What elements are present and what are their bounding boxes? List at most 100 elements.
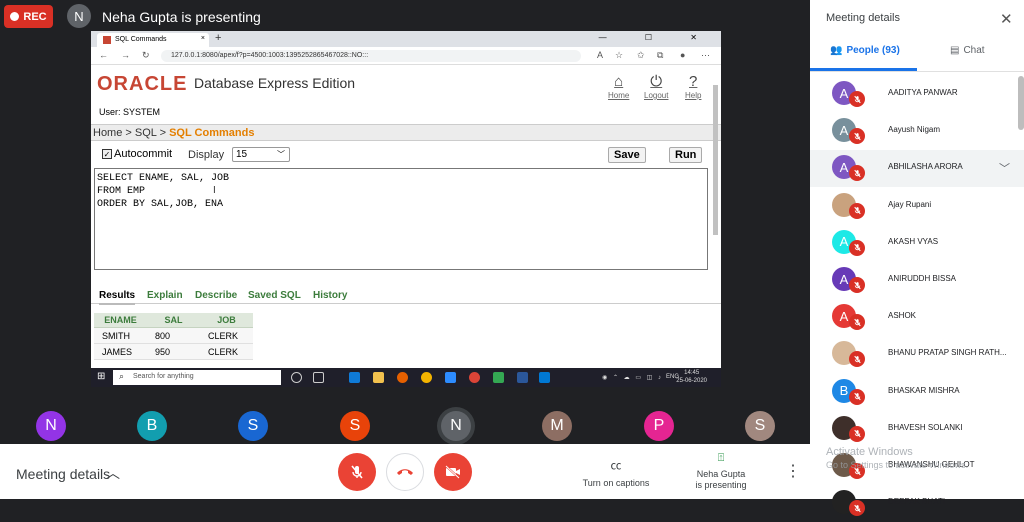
table-cell: SMITH [94, 327, 147, 344]
muted-mic-icon [849, 277, 865, 293]
refresh-icon[interactable]: ↻ [142, 50, 150, 61]
save-button[interactable]: Save [608, 147, 646, 163]
result-tabs: Results Explain Describe Saved SQL Histo… [91, 284, 721, 305]
mic-toggle-button[interactable] [338, 453, 376, 491]
scrollbar-thumb[interactable] [713, 85, 718, 235]
mail-icon[interactable] [539, 372, 550, 383]
more-options-icon[interactable]: ⋮ [785, 461, 801, 481]
window-controls[interactable]: — ☐ ✕ [599, 33, 715, 42]
taskbar-clock[interactable]: 14:45 25-06-2020 [676, 369, 707, 385]
tab-people[interactable]: 👥 People (93) [830, 45, 900, 56]
display-select[interactable]: 15 ﹀ [232, 147, 290, 162]
participant-row[interactable]: A AADITYA PANWAR [810, 76, 1024, 113]
read-aloud-icon[interactable]: A [597, 50, 603, 60]
task-view-icon[interactable] [313, 372, 324, 383]
breadcrumb-sql[interactable]: SQL [135, 127, 157, 139]
tab-results[interactable]: Results [99, 290, 136, 305]
zoom-icon[interactable] [445, 372, 456, 383]
participant-tile[interactable]: N [441, 411, 471, 441]
participant-name: Ajay Rupani [888, 199, 932, 209]
muted-mic-icon [849, 128, 865, 145]
edge-icon[interactable] [349, 372, 360, 383]
autocommit-checkbox[interactable]: ✓ Autocommit [102, 148, 172, 160]
chat-tab-label: Chat [963, 45, 985, 56]
participant-tile[interactable]: B [137, 411, 167, 441]
file-explorer-icon[interactable] [373, 372, 384, 383]
system-tray-icons[interactable]: ◉ ⌃ ☁ ▭ ◫ ♪ [602, 374, 663, 381]
participant-row[interactable]: A ANIRUDDH BISSA [810, 262, 1024, 299]
expand-chevron-icon[interactable]: ﹀ [999, 160, 1010, 176]
results-table: ENAME SAL JOB SMITH 800 CLERK JAMES 950 … [94, 313, 253, 360]
participant-initial: M [550, 417, 564, 434]
camera-off-icon [445, 465, 460, 479]
participant-tile[interactable]: S [745, 411, 775, 441]
collections-icon[interactable]: ⧉ [657, 50, 663, 61]
camera-toggle-button[interactable] [434, 453, 472, 491]
breadcrumb-sep: > [159, 127, 167, 139]
participant-row[interactable]: A Aayush Nigam [810, 113, 1024, 150]
favorite-star-icon[interactable]: ☆ [615, 50, 623, 61]
muted-mic-icon [849, 500, 865, 517]
tab-saved-sql[interactable]: Saved SQL [248, 290, 301, 301]
new-tab-button[interactable]: + [215, 32, 221, 44]
captions-button[interactable]: ㏄ Turn on captions [581, 457, 651, 488]
table-row: SMITH 800 CLERK [94, 327, 253, 344]
meet-icon[interactable] [493, 372, 504, 383]
participant-tile[interactable]: P [644, 411, 674, 441]
tab-history[interactable]: History [313, 290, 347, 301]
participant-row[interactable]: A ABHILASHA ARORA ﹀ [810, 150, 1024, 188]
more-menu-icon[interactable]: ⋯ [701, 50, 710, 61]
participant-tile[interactable]: S [238, 411, 268, 441]
participant-row[interactable]: A ASHOK [810, 299, 1024, 336]
search-icon: ⌕ [119, 371, 125, 381]
meeting-details-button[interactable]: Meeting details [16, 466, 110, 482]
participant-row[interactable]: BHANU PRATAP SINGH RATH... [810, 336, 1024, 373]
run-button[interactable]: Run [669, 147, 703, 163]
close-icon[interactable]: ✕ [1000, 10, 1013, 28]
table-row: JAMES 950 CLERK [94, 343, 253, 360]
browser-tab[interactable]: SQL Commands × [97, 33, 209, 47]
participant-row[interactable]: Ajay Rupani [810, 188, 1024, 225]
firefox-icon[interactable] [397, 372, 408, 383]
profile-icon[interactable]: ● [680, 50, 685, 60]
back-icon[interactable]: ← [99, 50, 108, 60]
tab-close-icon[interactable]: × [201, 35, 205, 42]
tab-explain[interactable]: Explain [147, 290, 183, 301]
cortana-icon[interactable] [291, 372, 302, 383]
participant-row[interactable]: B BHASKAR MISHRA [810, 374, 1024, 411]
breadcrumb-home[interactable]: Home [93, 127, 122, 139]
home-link[interactable]: ⌂ Home [608, 73, 629, 100]
participant-tile[interactable]: M [542, 411, 572, 441]
address-bar[interactable]: 127.0.0.1:8080/apex/f?p=4500:1003:139525… [161, 50, 581, 62]
participant-row[interactable]: A AKASH VYAS [810, 225, 1024, 262]
page-scrollbar[interactable] [713, 65, 719, 385]
word-icon[interactable] [517, 372, 528, 383]
participant-row[interactable]: BHAVESH SOLANKI [810, 411, 1024, 448]
logout-link[interactable]: ⏻ Logout [644, 73, 668, 100]
participant-tile[interactable]: S [340, 411, 370, 441]
app-icon[interactable] [421, 372, 432, 383]
presenting-button[interactable]: ⍐ Neha Gupta is presenting [690, 453, 752, 491]
favorites-bar-icon[interactable]: ✩ [637, 50, 645, 61]
browser-tabbar: SQL Commands × + — ☐ ✕ [91, 31, 721, 47]
chevron-up-icon[interactable]: ︿ [106, 463, 120, 483]
participant-initial: N [450, 417, 462, 434]
participant-initial: S [247, 417, 259, 434]
tab-describe[interactable]: Describe [195, 290, 237, 301]
participant-row[interactable]: DEEPAK BHATI [810, 485, 1024, 522]
people-list-scrollbar[interactable] [1018, 76, 1024, 130]
leave-call-button[interactable] [386, 453, 424, 491]
logout-link-label: Logout [644, 91, 669, 100]
chrome-icon[interactable] [469, 372, 480, 383]
tab-chat[interactable]: ▤ Chat [950, 45, 985, 56]
taskbar-search[interactable]: ⌕ Search for anything [113, 370, 281, 385]
forward-icon[interactable]: → [121, 50, 130, 60]
presenting-text: Neha Gupta is presenting [102, 9, 261, 25]
mic-off-icon [351, 465, 363, 479]
participant-name: BHANU PRATAP SINGH RATH... [888, 348, 1007, 358]
windows-start-icon[interactable]: ⊞ [97, 371, 105, 382]
help-link[interactable]: ? Help [685, 73, 701, 100]
sql-textarea[interactable]: SELECT ENAME, SAL, JOB FROM EMP ORDER BY… [94, 168, 708, 270]
participant-tile[interactable]: N [36, 411, 66, 441]
recording-badge: REC [4, 5, 53, 28]
